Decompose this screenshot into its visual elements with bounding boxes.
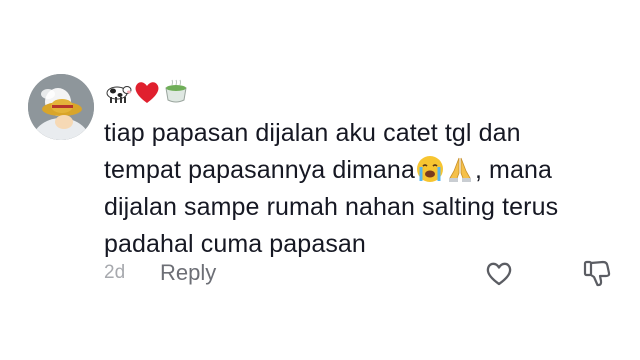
username-emojis[interactable] [104,78,190,106]
comment-item: tiap papasan dijalan aku catet tgl dan t… [0,0,640,360]
reply-button[interactable]: Reply [160,260,216,286]
comment-line-2a: tempat papasannya dimana [104,156,415,184]
like-button[interactable] [484,258,514,288]
comment-line-1: tiap papasan dijalan aku catet tgl dan [104,119,521,147]
comment-line-4: padahal cuma papasan [104,230,366,258]
teacup-icon [165,79,187,103]
loudly-crying-face-icon [416,156,443,182]
comment-meta: 2d Reply [104,258,216,288]
thumbs-down-outline-icon [583,260,611,287]
dislike-button[interactable] [582,258,612,288]
cow-icon [106,86,132,103]
folded-hands-icon [448,157,471,182]
red-heart-icon [135,82,159,103]
comment-text: tiap papasan dijalan aku catet tgl dan t… [104,115,604,263]
comment-timestamp: 2d [104,262,126,283]
avatar-straw-hat-figure [28,74,94,140]
comment-line-2b: , mana [474,156,552,184]
heart-outline-icon [486,262,512,286]
comment-line-3: dijalan sampe rumah nahan salting terus [104,193,559,221]
user-avatar[interactable] [28,74,94,140]
